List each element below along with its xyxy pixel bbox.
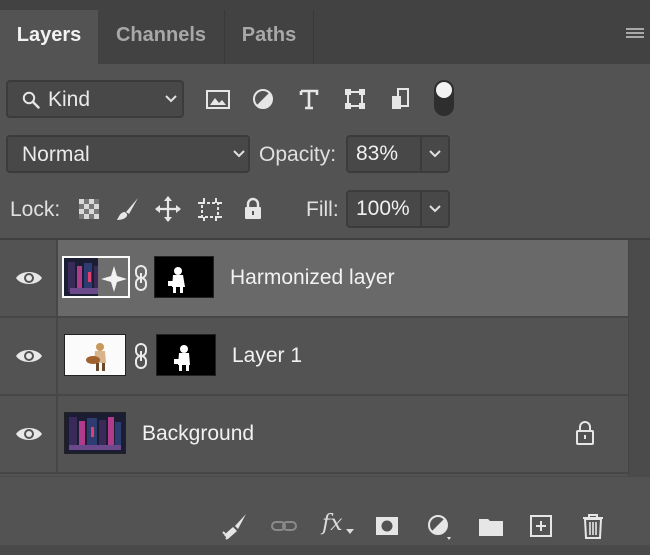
tab-separator [313,10,314,64]
chevron-down-icon [233,150,245,158]
layer-name[interactable]: Harmonized layer [230,266,395,290]
eye-icon [16,272,42,284]
blend-mode-value: Normal [22,143,90,166]
tab-paths[interactable]: Paths [225,10,313,64]
opacity-slider-button[interactable] [422,135,450,173]
add-mask-icon[interactable] [372,511,402,541]
type-filter-icon[interactable] [294,84,324,114]
lock-position-icon[interactable] [154,195,182,223]
layer-row-layer-1[interactable]: Layer 1 [0,318,628,396]
opacity-label: Opacity: [259,143,337,166]
fill-slider-button[interactable] [422,190,450,228]
layers-list: Harmonized layer Layer 1 Background [0,240,628,476]
bottom-toolbar: fx [0,476,650,555]
lock-transparent-pixels-icon[interactable] [75,195,103,223]
eye-icon [16,350,42,362]
visibility-toggle[interactable] [0,240,58,316]
filter-toggle[interactable] [434,80,454,116]
panel-tab-bar: Layers Channels Paths [0,0,650,64]
layer-thumbnail [62,256,130,298]
layer-mask-thumbnail[interactable] [156,334,216,376]
fill-input[interactable]: 100% [346,190,422,228]
lock-image-pixels-icon[interactable] [114,195,142,223]
tab-channels[interactable]: Channels [98,10,224,64]
layer-style-icon[interactable]: fx [322,511,343,536]
chevron-down-icon [165,95,177,103]
layer-row-harmonized[interactable]: Harmonized layer [0,240,628,318]
delete-layer-icon[interactable] [578,511,608,541]
panel-bottom-edge [0,545,650,555]
layer-mask-thumbnail[interactable] [154,256,214,298]
opacity-input[interactable]: 83% [346,135,422,173]
image-filter-icon[interactable] [203,84,233,114]
lock-label: Lock: [10,198,61,221]
layer-main[interactable]: Layer 1 [58,318,628,394]
layers-scrollbar[interactable] [628,240,650,476]
tab-layers[interactable]: Layers [0,10,98,64]
mask-link-icon[interactable] [134,265,148,291]
filter-kind-label: Kind [48,88,91,111]
layer-name[interactable]: Layer 1 [232,344,302,368]
link-layers-icon[interactable] [269,511,299,541]
new-layer-icon[interactable] [526,511,556,541]
blend-mode-dropdown[interactable]: Normal [6,135,250,173]
adjustment-filter-icon[interactable] [248,84,278,114]
new-group-icon[interactable] [476,511,506,541]
layer-name[interactable]: Background [142,422,254,446]
lock-all-icon[interactable] [239,195,267,223]
filter-toggle-knob [436,82,452,98]
hamburger-menu-icon[interactable] [626,28,644,42]
layer-lock-icon [576,421,594,445]
shape-filter-icon[interactable] [340,84,370,114]
fill-label: Fill: [306,198,339,221]
chevron-down-icon [429,150,441,158]
layer-thumbnail [64,412,126,454]
layer-row-background[interactable]: Background [0,396,628,474]
layer-thumbnail [64,334,126,376]
layer-main[interactable]: Background [58,396,628,472]
mask-link-icon[interactable] [134,343,148,369]
chevron-down-icon [429,205,441,213]
visibility-toggle[interactable] [0,318,58,394]
smart-object-filter-icon[interactable] [386,84,416,114]
layer-style-menu-indicator [346,529,354,534]
eye-icon [16,428,42,440]
adjustment-layer-icon[interactable] [424,511,454,541]
lock-artboard-icon[interactable] [196,195,224,223]
search-icon [22,91,40,109]
filter-kind-dropdown[interactable]: Kind [6,80,184,118]
layer-main[interactable]: Harmonized layer [58,240,628,316]
brush-cleanup-icon[interactable] [220,511,250,541]
visibility-toggle[interactable] [0,396,58,472]
